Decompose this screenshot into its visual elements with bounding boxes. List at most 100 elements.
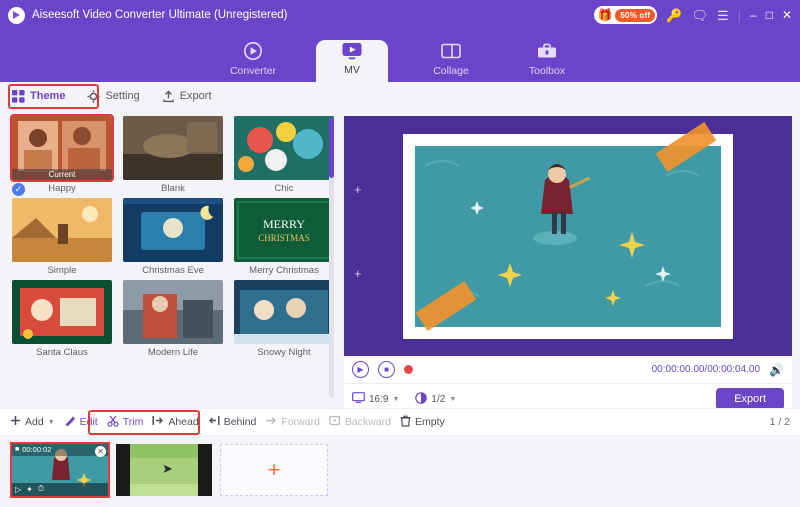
theme-thumbnail[interactable]: Current [10,114,114,182]
plus-icon [10,415,21,429]
decor-plus-icon: + [354,182,362,197]
app-logo-icon [8,6,25,24]
message-icon[interactable]: 🗨 [691,9,708,22]
camera-icon: ■ [15,446,20,453]
wand-icon[interactable]: ✦ [26,485,33,494]
clip-header: ■ 00:00:02 [12,443,108,456]
theme-item-simple[interactable]: Simple [12,198,112,276]
clock-icon[interactable]: ⏱ [38,484,44,494]
backward-icon [329,415,341,429]
button-label: Trim [122,416,144,428]
theme-selected-check: ✓ [12,183,25,196]
action-toolbar: Add ▼ Edit Trim Ahead Behind Forward Bac… [0,408,800,436]
chevron-down-icon: ▼ [392,395,400,403]
empty-button[interactable]: Empty [400,415,445,430]
divider: | [737,7,741,23]
theme-thumbnail[interactable] [234,280,334,344]
clip-duration: 00:00:02 [22,445,52,454]
theme-scrollbar-thumb[interactable] [329,118,334,178]
ahead-button[interactable]: Ahead [152,415,199,429]
monitor-icon [352,392,365,406]
chevron-down-icon[interactable]: ▼ [48,419,55,426]
trim-button[interactable]: Trim [107,415,144,430]
close-button[interactable]: ✕ [782,8,792,22]
edit-button[interactable]: Edit [64,415,98,430]
theme-thumbnail[interactable] [123,116,223,180]
theme-label: Blank [161,183,185,194]
sub-toolbar: Theme Setting Export [0,82,800,110]
theme-thumbnail[interactable] [12,198,112,262]
forward-icon [265,415,277,429]
maximize-button[interactable]: □ [766,8,773,22]
theme-item-snowy-night[interactable]: Snowy Night [234,280,334,358]
button-label: Add [25,416,44,428]
key-icon[interactable]: 🔑 [666,9,682,22]
preview-panel: + + ▶ ■ 00:00:00.00/00:00:04.00 🔊 16:9 ▼… [340,110,800,414]
backward-button: Backward [329,415,391,429]
title-bar-right: 🎁 50% off 🔑 🗨 ☰ | – □ ✕ [594,6,792,24]
aspect-ratio-value: 16:9 [369,393,389,405]
theme-item-santa-claus[interactable]: Santa Claus [12,280,112,358]
toolbox-icon [535,41,559,63]
page-indicator: 1 / 2 [769,416,790,428]
theme-thumbnail[interactable] [12,280,112,344]
timeline: ■ 00:00:02 ✕ ▷ ✦ ⏱ ➤ + [0,436,800,503]
timeline-clip-1[interactable]: ■ 00:00:02 ✕ ▷ ✦ ⏱ [10,441,110,498]
theme-item-blank[interactable]: Blank [123,116,223,194]
theme-label: Happy [48,183,76,194]
theme-thumbnail[interactable]: MERRY CHRISTMAS [234,198,334,262]
theme-label: Chic [274,183,294,194]
title-bar: Aiseesoft Video Converter Ultimate (Unre… [0,0,800,30]
button-label: Ahead [168,416,199,428]
grid-icon [12,89,25,103]
play-icon[interactable]: ▷ [15,485,21,494]
theme-item-merry-christmas[interactable]: MERRY CHRISTMAS Merry Christmas [234,198,334,276]
svg-text:CHRISTMAS: CHRISTMAS [258,233,310,243]
theme-thumbnail[interactable] [123,198,223,262]
aspect-ratio-select[interactable]: 16:9 ▼ [352,392,399,406]
theme-item-christmas-eve[interactable]: Christmas Eve [123,198,223,276]
button-label: Backward [344,416,392,428]
export-button[interactable]: Export [716,388,784,410]
tab-theme[interactable]: Theme [12,89,65,103]
stop-icon[interactable]: ■ [378,361,395,378]
converter-icon [241,41,265,63]
close-icon[interactable]: ✕ [95,445,106,457]
add-clip-button[interactable]: + [220,443,328,496]
theme-label: Santa Claus [36,347,88,358]
nav-label: MV [344,64,360,76]
play-icon[interactable]: ▶ [352,361,369,378]
chevron-down-icon: ▼ [449,395,457,403]
nav-item-toolbox[interactable]: Toolbox [514,41,580,82]
main-nav: Converter MV Collage Toolbox [0,30,800,82]
tab-export[interactable]: Export [162,90,212,103]
menu-icon[interactable]: ☰ [717,9,729,22]
timeline-clip-2[interactable]: ➤ [116,443,212,496]
volume-icon[interactable]: 🔊 [769,363,784,377]
wand-icon [64,415,76,430]
theme-item-chic[interactable]: Chic [234,116,334,194]
nav-item-converter[interactable]: Converter [220,41,286,82]
theme-item-happy[interactable]: Current ✓ Happy [10,114,114,196]
tab-setting[interactable]: Setting [87,89,140,103]
add-button[interactable]: Add ▼ [10,415,55,429]
theme-label: Snowy Night [257,347,311,358]
clip-tools: ▷ ✦ ⏱ [12,482,108,496]
window-title: Aiseesoft Video Converter Ultimate (Unre… [32,9,288,21]
quality-select[interactable]: 1/2 ▼ [415,391,457,407]
gear-icon [87,89,101,103]
theme-thumbnail[interactable] [234,116,334,180]
mv-icon [340,40,364,62]
theme-item-modern-life[interactable]: Modern Life [123,280,223,358]
theme-thumbnail[interactable] [123,280,223,344]
minimize-button[interactable]: – [750,8,757,22]
promo-badge[interactable]: 🎁 50% off [594,6,658,24]
forward-button: Forward [265,415,320,429]
preview-photo-frame [403,121,733,339]
record-dot-icon[interactable] [404,365,413,374]
nav-item-collage[interactable]: Collage [418,41,484,82]
behind-button[interactable]: Behind [208,415,256,429]
preview-stage: + + [344,116,792,356]
nav-item-mv[interactable]: MV [316,40,388,82]
nav-label: Toolbox [528,65,566,77]
